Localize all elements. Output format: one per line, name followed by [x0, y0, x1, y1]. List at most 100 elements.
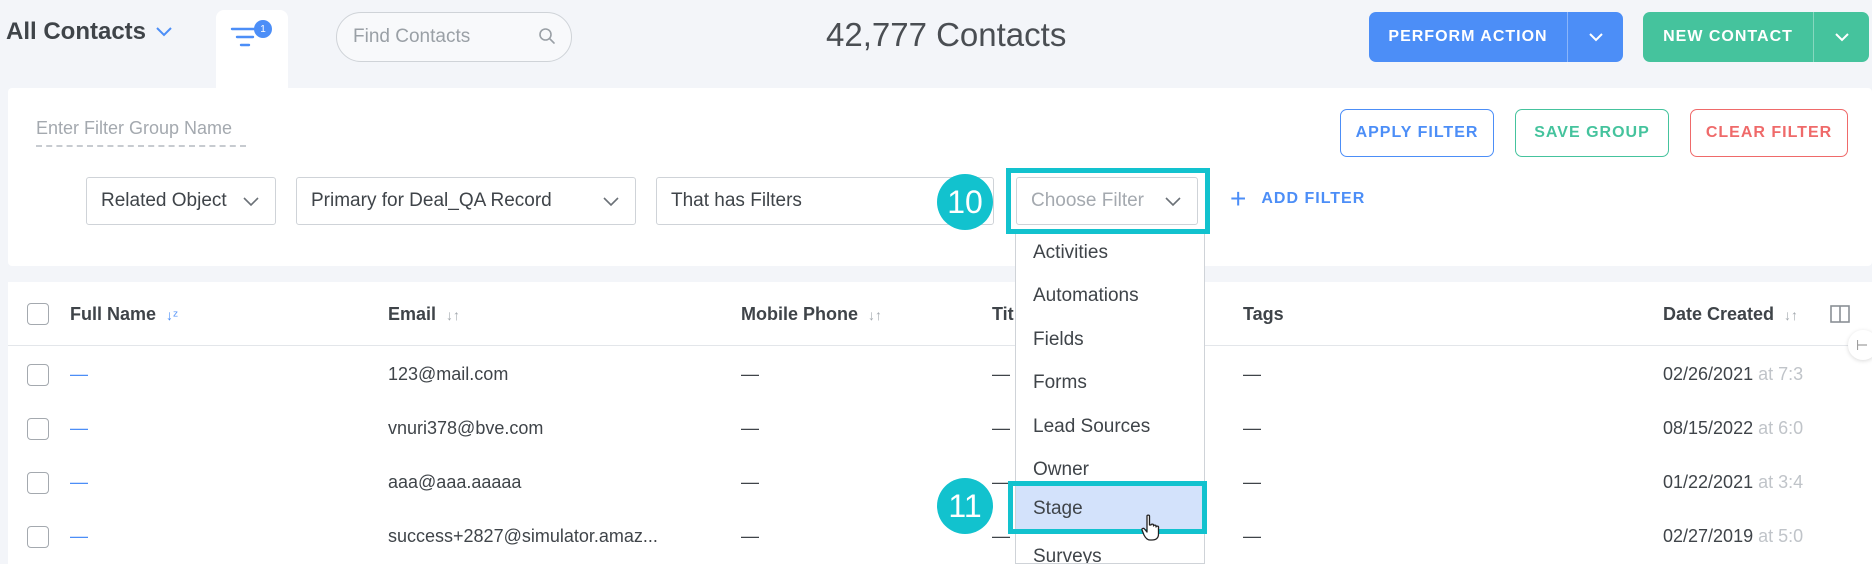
- new-contact-split-button: NEW CONTACT: [1643, 12, 1869, 62]
- row-checkbox[interactable]: [27, 526, 49, 548]
- row-checkbox[interactable]: [27, 364, 49, 386]
- perform-action-button[interactable]: PERFORM ACTION: [1369, 12, 1567, 62]
- column-label: Date Created: [1663, 304, 1775, 324]
- column-header-email[interactable]: Email ↓↑: [388, 304, 460, 325]
- apply-filter-button[interactable]: APPLY FILTER: [1340, 109, 1494, 157]
- select-all-checkbox[interactable]: [27, 303, 49, 325]
- email-cell: vnuri378@bve.com: [388, 418, 544, 438]
- email-cell: aaa@aaa.aaaaa: [388, 472, 522, 492]
- row-checkbox[interactable]: [27, 472, 49, 494]
- dropdown-item-lead-sources[interactable]: Lead Sources: [1016, 405, 1204, 448]
- step-badge: 10: [937, 174, 993, 230]
- new-contact-button[interactable]: NEW CONTACT: [1643, 12, 1813, 62]
- search-input[interactable]: [336, 12, 572, 62]
- full-name-cell[interactable]: —: [70, 472, 88, 493]
- tags-cell: —: [1243, 472, 1261, 492]
- relationship-select[interactable]: Primary for Deal_QA Record: [296, 177, 636, 225]
- contact-count: 42,777 Contacts: [826, 16, 1067, 53]
- date-created-cell: 08/15/2022 at 6:0: [1663, 418, 1805, 439]
- hand-cursor-icon: [1141, 514, 1160, 541]
- clear-filter-button[interactable]: CLEAR FILTER: [1690, 109, 1848, 157]
- time-value: at 3:4: [1753, 472, 1804, 492]
- mobile-phone-cell: —: [741, 526, 759, 546]
- tags-cell: —: [1243, 526, 1261, 546]
- full-name-cell[interactable]: —: [70, 418, 88, 439]
- dropdown-item-automations[interactable]: Automations: [1016, 274, 1204, 317]
- title-cell: —: [992, 364, 1010, 384]
- table-header: Full Name ↓ᶻ Email ↓↑ Mobile Phone ↓↑ Ti…: [8, 282, 1872, 346]
- chevron-down-icon: [603, 197, 619, 207]
- date-created-cell: 01/22/2021 at 3:4: [1663, 472, 1805, 493]
- sort-icon[interactable]: ↓ᶻ: [166, 307, 178, 323]
- relationship-value: Primary for Deal_QA Record: [311, 190, 552, 211]
- sort-icon[interactable]: ↓↑: [446, 307, 460, 323]
- view-selector[interactable]: All Contacts: [6, 18, 172, 46]
- sort-icon[interactable]: ↓↑: [868, 307, 882, 323]
- search-icon[interactable]: [538, 27, 556, 45]
- time-value: at 5:0: [1753, 526, 1804, 546]
- date-value: 02/26/2021: [1663, 364, 1754, 384]
- tags-cell: —: [1243, 418, 1261, 438]
- mobile-phone-cell: —: [741, 364, 759, 384]
- save-group-button[interactable]: SAVE GROUP: [1515, 109, 1669, 157]
- time-value: at 7:3: [1753, 364, 1804, 384]
- chevron-down-icon: [156, 27, 172, 37]
- sort-icon[interactable]: ↓↑: [1784, 307, 1798, 323]
- mobile-phone-cell: —: [741, 472, 759, 492]
- table-row[interactable]: — 123@mail.com — — — 02/26/2021 at 7:3: [8, 348, 1872, 402]
- column-header-date-created[interactable]: Date Created ↓↑: [1663, 304, 1798, 325]
- perform-action-split-button: PERFORM ACTION: [1369, 12, 1623, 62]
- date-created-cell: 02/27/2019 at 5:0: [1663, 526, 1805, 547]
- column-label: Email: [388, 304, 437, 324]
- title-cell: —: [992, 418, 1010, 438]
- filter-group-name-input[interactable]: Enter Filter Group Name: [36, 118, 246, 147]
- date-value: 08/15/2022: [1663, 418, 1754, 438]
- date-created-cell: 02/26/2021 at 7:3: [1663, 364, 1805, 385]
- email-cell: 123@mail.com: [388, 364, 509, 384]
- step-badge: 11: [937, 478, 993, 534]
- date-value: 01/22/2021: [1663, 472, 1754, 492]
- column-label: Tit: [992, 304, 1014, 324]
- perform-action-menu-button[interactable]: [1567, 12, 1623, 62]
- side-panel-handle[interactable]: ⊢: [1848, 330, 1872, 360]
- related-object-value: Related Object: [101, 190, 227, 211]
- email-cell: success+2827@simulator.amaz...: [388, 526, 658, 546]
- column-header-tags[interactable]: Tags: [1243, 304, 1284, 325]
- column-header-title[interactable]: Tit: [992, 304, 1014, 325]
- top-header: All Contacts 1 42,777 Contacts PERFORM A…: [0, 0, 1872, 90]
- add-filter-label: ADD FILTER: [1261, 190, 1366, 207]
- view-title: All Contacts: [6, 18, 147, 45]
- filter-toggle-tab[interactable]: 1: [216, 10, 288, 90]
- column-label: Tags: [1243, 304, 1284, 324]
- chevron-down-icon: [243, 197, 259, 207]
- dropdown-item-fields[interactable]: Fields: [1016, 318, 1204, 361]
- full-name-cell[interactable]: —: [70, 364, 88, 385]
- date-value: 02/27/2019: [1663, 526, 1754, 546]
- chevron-down-icon: [1834, 32, 1849, 41]
- dropdown-item-surveys[interactable]: Surveys: [1016, 535, 1204, 564]
- column-label: Full Name: [70, 304, 157, 324]
- columns-icon[interactable]: [1830, 305, 1850, 323]
- dropdown-item-activities[interactable]: Activities: [1016, 231, 1204, 274]
- time-value: at 6:0: [1753, 418, 1804, 438]
- related-object-select[interactable]: Related Object: [86, 177, 276, 225]
- add-filter-button[interactable]: + ADD FILTER: [1230, 183, 1366, 214]
- tags-cell: —: [1243, 364, 1261, 384]
- filter-count-badge: 1: [254, 20, 272, 38]
- column-header-mobile-phone[interactable]: Mobile Phone ↓↑: [741, 304, 882, 325]
- table-row[interactable]: — vnuri378@bve.com — — — 08/15/2022 at 6…: [8, 402, 1872, 456]
- stage-item-highlight: [1008, 481, 1207, 534]
- row-checkbox[interactable]: [27, 418, 49, 440]
- chevron-down-icon: [1588, 32, 1603, 41]
- column-label: Mobile Phone: [741, 304, 858, 324]
- dropdown-item-forms[interactable]: Forms: [1016, 361, 1204, 404]
- filter-panel: Enter Filter Group Name APPLY FILTER SAV…: [8, 88, 1872, 266]
- condition-value: That has Filters: [671, 190, 802, 211]
- full-name-cell[interactable]: —: [70, 526, 88, 547]
- column-header-full-name[interactable]: Full Name ↓ᶻ: [70, 304, 178, 325]
- new-contact-menu-button[interactable]: [1813, 12, 1869, 62]
- mobile-phone-cell: —: [741, 418, 759, 438]
- contacts-table: Full Name ↓ᶻ Email ↓↑ Mobile Phone ↓↑ Ti…: [8, 282, 1872, 564]
- plus-icon: +: [1230, 183, 1248, 214]
- choose-filter-highlight: [1006, 168, 1210, 234]
